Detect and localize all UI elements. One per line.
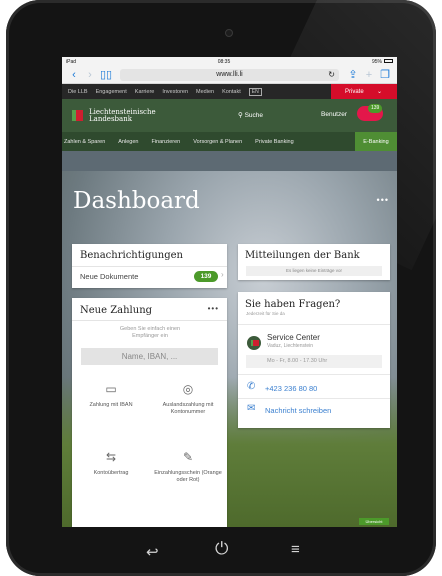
topmenu-item-karriere[interactable]: Karriere [135,89,155,95]
brand-name[interactable]: Liechtensteinische Landesbank [89,108,156,123]
questions-card: Sie haben Fragen? Jederzeit für Sie da S… [238,292,390,428]
pen-icon: ✎ [182,450,194,464]
divider [238,398,390,399]
screen: iPad 08:35 95% ‹ › ▯▯ www.lli.li ↻ ⇪ + ❐… [62,57,397,527]
tabs-icon[interactable]: ❐ [377,67,393,83]
user-menu[interactable]: Benutzer [321,111,347,118]
topmenu-item-medien[interactable]: Medien [196,89,214,95]
payment-option-iban[interactable]: ▭ Zahlung mit IBAN [74,380,148,409]
top-menu: Die LLB Engagement Karriere Investoren M… [62,84,397,99]
site-header: Liechtensteinische Landesbank ⚲ Suche Be… [62,99,397,132]
card-icon: ▭ [105,382,117,396]
power-icon[interactable]: ⏻ [215,539,228,559]
documents-count-badge: 139 [194,271,218,282]
questions-subtitle: Jederzeit für Sie da [246,311,285,316]
notifications-title: Benachrichtigungen [80,250,183,261]
camera [225,29,233,37]
category-nav: Zahlen & Sparen Anlegen Finanzieren Vors… [62,132,397,151]
segment-label: Private [345,88,364,95]
new-tab-icon[interactable]: + [361,67,377,83]
service-center-logo [247,336,261,350]
payment-option-slip[interactable]: ✎ Einzahlungsschein (Orange oder Rot) [151,448,225,484]
notification-badge: 139 [368,104,383,113]
divider [238,324,390,325]
phone-icon: ✆ [247,381,256,392]
language-switch[interactable]: EN [248,87,262,96]
menu-icon[interactable]: ≡ [291,541,300,558]
topmenu-item-investoren[interactable]: Investoren [162,89,188,95]
service-center-address: Vaduz, Liechtenstein [267,343,314,349]
divider [238,374,390,375]
topmenu-item-engagement[interactable]: Engagement [96,89,127,95]
status-bar: iPad 08:35 95% [62,57,397,66]
back-icon[interactable]: ↩ [146,543,159,561]
address-bar[interactable]: www.lli.li ↻ [120,68,339,81]
battery-icon [383,59,393,64]
tablet-frame: iPad 08:35 95% ‹ › ▯▯ www.lli.li ↻ ⇪ + ❐… [6,0,436,576]
write-message-link[interactable]: Nachricht schreiben [265,406,331,415]
search-icon: ⚲ [238,112,243,119]
llb-logo[interactable] [72,110,83,121]
payment-more-button[interactable]: ••• [208,304,219,313]
segment-dropdown[interactable]: Private ⌄ [331,84,397,99]
url-text: www.lli.li [216,71,243,78]
overview-button[interactable]: Übersicht [359,518,389,525]
nav-item-zahlen-sparen[interactable]: Zahlen & Sparen [64,139,105,145]
service-center-name: Service Center [267,333,320,342]
chevron-right-icon: › [221,270,224,279]
share-icon[interactable]: ⇪ [345,67,361,83]
phone-link[interactable]: +423 236 80 80 [265,384,317,393]
bank-messages-card: Mitteilungen der Bank Es liegen keine Ei… [238,244,390,280]
new-payment-title: Neue Zahlung [80,305,153,316]
search-link[interactable]: ⚲ Suche [238,111,263,119]
bank-messages-title: Mitteilungen der Bank [245,250,360,261]
empty-state: Es liegen keine Einträge vor [246,266,382,276]
bookmarks-icon[interactable]: ▯▯ [98,67,114,83]
nav-item-anlegen[interactable]: Anlegen [118,139,138,145]
chat-icon: ✉ [247,403,256,414]
page-title: Dashboard [73,188,200,214]
recipient-hint: Geben Sie einfach einen Empfänger ein [119,326,181,339]
nav-item-private-banking[interactable]: Private Banking [255,139,294,145]
new-payment-card: Neue Zahlung ••• Geben Sie einfach einen… [72,298,227,527]
divider [72,320,227,321]
transfer-icon: ⇆ [105,450,117,464]
opening-hours: Mo - Fr, 8.00 - 17.30 Uhr [246,355,382,368]
browser-toolbar: ‹ › ▯▯ www.lli.li ↻ ⇪ + ❐ [62,66,397,84]
carrier: iPad [66,58,77,65]
forward-icon[interactable]: › [82,67,98,83]
dashboard-content: Dashboard ••• Benachrichtigungen Neue Do… [62,171,397,527]
nav-item-finanzieren[interactable]: Finanzieren [151,139,180,145]
battery: 95% [372,59,393,65]
topmenu-item-kontakt[interactable]: Kontakt [222,89,241,95]
reload-icon[interactable]: ↻ [328,70,335,79]
globe-icon: ◎ [182,382,194,396]
payment-option-foreign[interactable]: ◎ Auslandszahlung mit Kontonummer [151,380,225,416]
nav-item-ebanking[interactable]: E-Banking [355,132,397,151]
chevron-down-icon: ⌄ [376,89,382,95]
nav-item-vorsorgen[interactable]: Vorsorgen & Planen [193,139,242,145]
questions-title: Sie haben Fragen? [245,299,341,310]
clock: 08:35 [217,58,231,65]
payment-option-transfer[interactable]: ⇆ Kontoübertrag [74,448,148,477]
topmenu-item-die-llb[interactable]: Die LLB [68,89,88,95]
recipient-input[interactable]: Name, IBAN, ... [81,348,218,365]
back-icon[interactable]: ‹ [66,67,82,83]
notifications-card: Benachrichtigungen Neue Dokumente 139 › [72,244,227,288]
dashboard-more-button[interactable]: ••• [377,195,389,205]
